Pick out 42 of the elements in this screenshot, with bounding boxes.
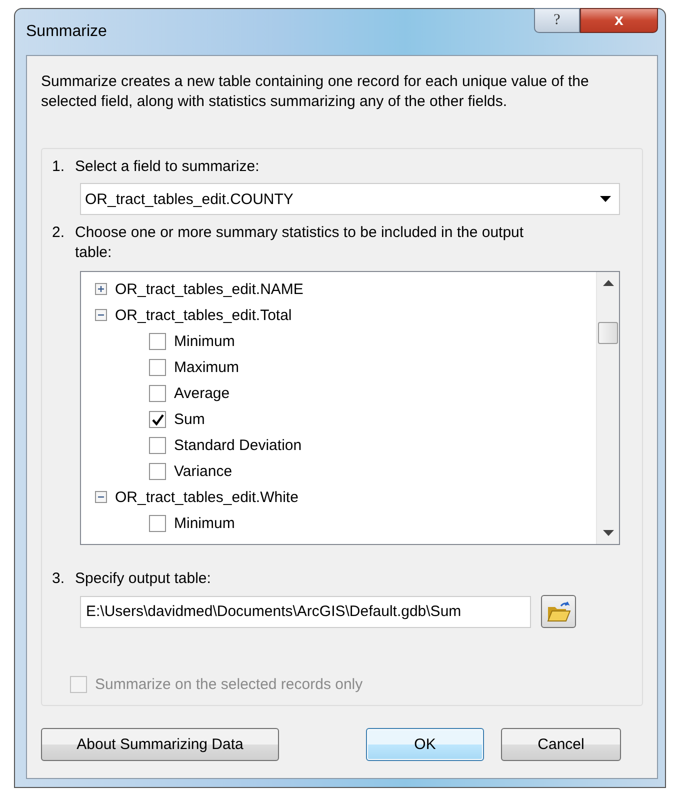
checkbox[interactable] [149, 358, 166, 376]
checkbox[interactable] [149, 410, 166, 428]
checkbox[interactable] [149, 332, 166, 350]
dialog-button[interactable]: OK [366, 728, 484, 761]
step-label: Choose one or more summary statistics to be included in the output table: [75, 223, 525, 263]
step-number: 3. [52, 569, 66, 589]
field-dropdown[interactable]: OR_tract_tables_edit.COUNTY [80, 183, 620, 215]
dialog-button[interactable]: About Summarizing Data [41, 728, 279, 761]
checkbox-label[interactable]: Maximum [174, 358, 240, 376]
checkbox-label[interactable]: Minimum [174, 332, 235, 350]
checkbox-label[interactable]: Minimum [174, 514, 235, 532]
scroll-thumb[interactable] [598, 322, 618, 344]
help-button[interactable]: ? [534, 8, 580, 33]
tree-item[interactable]: OR_tract_tables_edit.Total [115, 306, 292, 324]
description-text: Summarize creates a new table containing one record for each unique value of the selected field, along with statistics summarizing any of the other fields. [41, 72, 590, 112]
step-number: 2. [52, 223, 66, 243]
browse-button[interactable] [541, 595, 576, 628]
checkbox[interactable] [149, 462, 166, 480]
step-label: Select a field to summarize: [75, 157, 260, 177]
scrollbar[interactable] [596, 272, 619, 544]
dialog-button[interactable]: Cancel [501, 728, 621, 761]
collapse-icon[interactable] [95, 309, 107, 321]
dropdown-caret-icon[interactable] [600, 196, 611, 202]
folder-icon [546, 600, 570, 622]
tree-item[interactable]: OR_tract_tables_edit.NAME [115, 280, 304, 298]
checkbox[interactable] [149, 436, 166, 454]
step-number: 1. [52, 157, 66, 177]
step-label: Specify output table: [75, 569, 211, 589]
collapse-icon[interactable] [95, 491, 107, 503]
scroll-down-icon[interactable] [602, 530, 614, 536]
checkbox[interactable] [149, 384, 166, 402]
tree-item[interactable]: OR_tract_tables_edit.White [115, 488, 298, 506]
checkbox[interactable] [149, 514, 166, 532]
close-button[interactable]: x [580, 8, 658, 33]
scroll-up-icon[interactable] [602, 280, 614, 286]
checkbox-label[interactable]: Variance [174, 462, 232, 480]
checkbox-label[interactable]: Sum [174, 410, 205, 428]
checkbox-label[interactable]: Average [174, 384, 230, 402]
checkbox-label[interactable]: Standard Deviation [174, 436, 302, 454]
output-table-field[interactable]: E:\Users\davidmed\Documents\ArcGIS\Default.gdb\Sum [80, 596, 531, 628]
window-title: Summarize [26, 23, 107, 41]
expand-icon[interactable] [95, 283, 107, 295]
